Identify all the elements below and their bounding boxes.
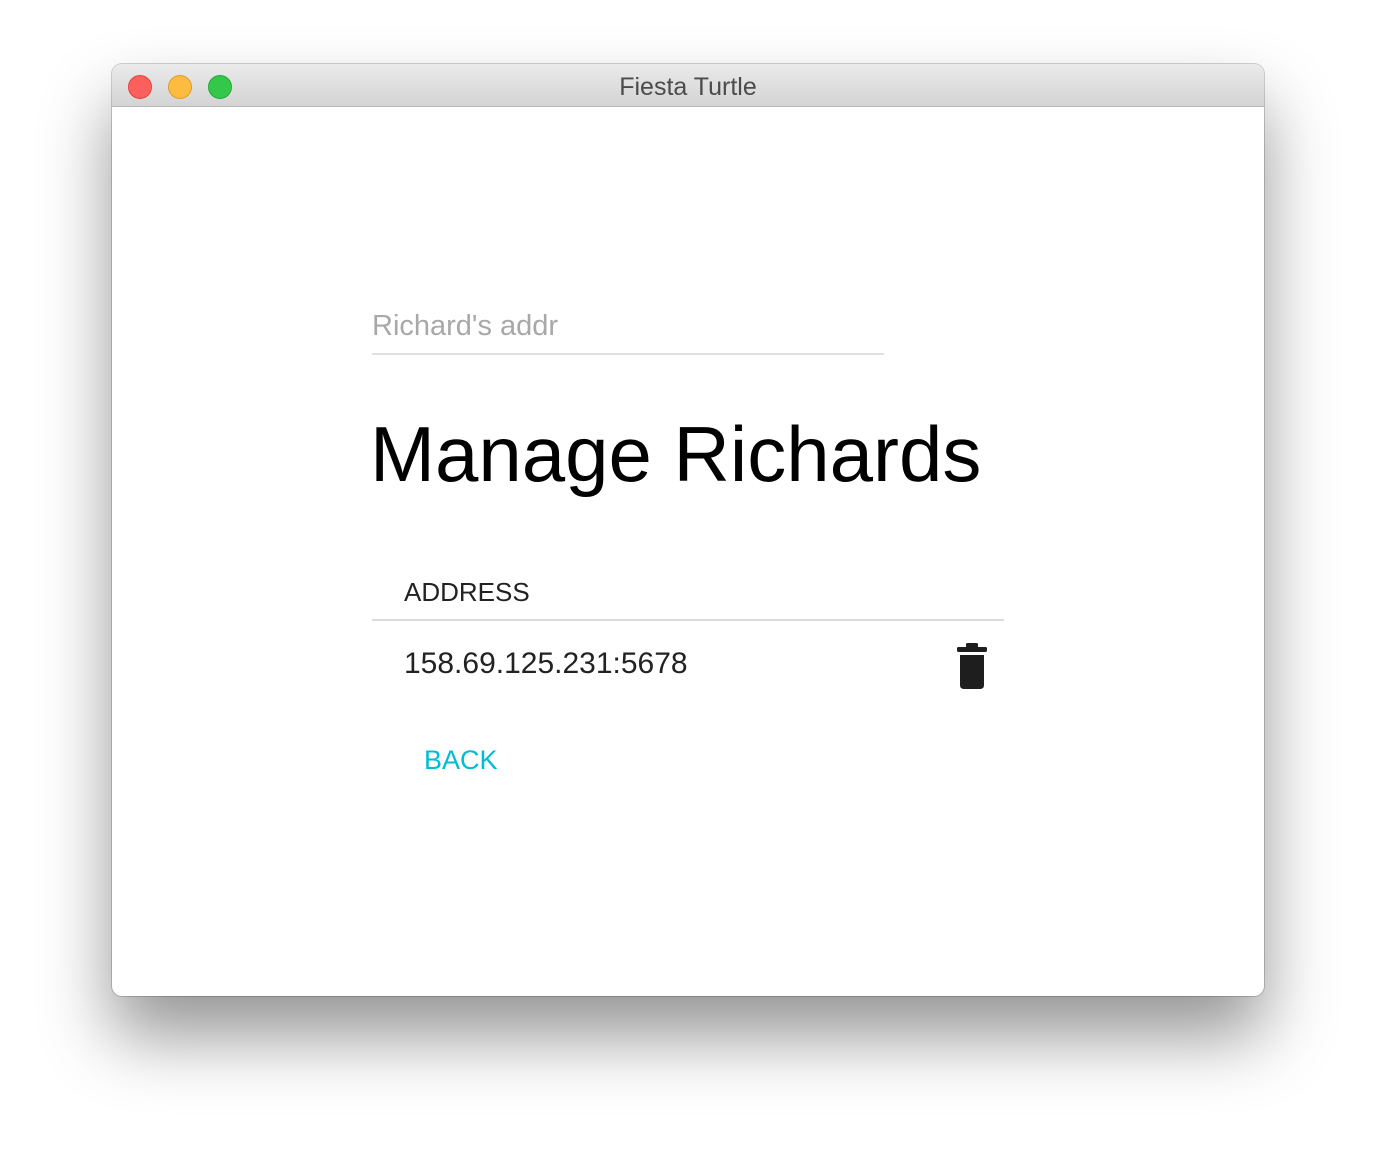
main-content: Manage Richards ADDRESS 158.69.125.231:5… bbox=[112, 107, 1264, 996]
back-button[interactable]: BACK bbox=[408, 739, 514, 782]
address-input[interactable] bbox=[372, 303, 884, 349]
table-header: ADDRESS bbox=[372, 569, 1004, 621]
trash-icon bbox=[957, 643, 987, 689]
address-field bbox=[372, 303, 884, 355]
window-title: Fiesta Turtle bbox=[619, 73, 757, 101]
address-cell: 158.69.125.231:5678 bbox=[404, 647, 688, 680]
title-bar[interactable]: Fiesta Turtle bbox=[112, 64, 1264, 107]
delete-button[interactable] bbox=[952, 641, 992, 691]
table-row: 158.69.125.231:5678 bbox=[372, 621, 1004, 721]
column-header-address: ADDRESS bbox=[404, 577, 530, 607]
app-window: Fiesta Turtle Manage Richards ADDRESS 15… bbox=[112, 64, 1264, 996]
richards-table: ADDRESS 158.69.125.231:5678 bbox=[372, 569, 1004, 721]
page-title: Manage Richards bbox=[370, 410, 982, 498]
